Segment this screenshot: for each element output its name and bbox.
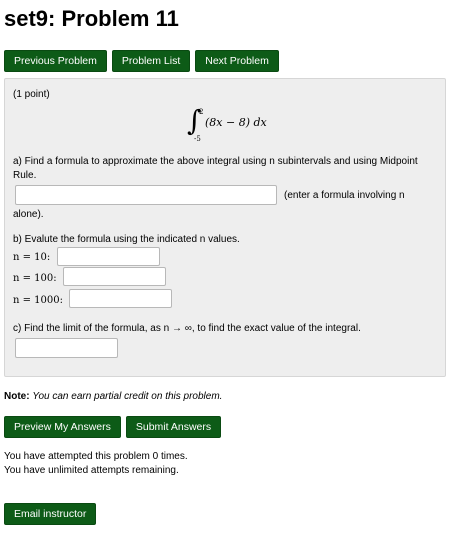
part-c-text: c) Find the limit of the formula, as n →… bbox=[13, 323, 361, 334]
part-b-text: b) Evalute the formula using the indicat… bbox=[13, 234, 240, 245]
email-instructor-button[interactable]: Email instructor bbox=[4, 503, 97, 525]
problem-navigation: Previous Problem Problem List Next Probl… bbox=[4, 50, 279, 72]
problem-panel: (1 point) ∫ 2 -5 (8x − 8) dx a) Find a f… bbox=[4, 78, 446, 377]
previous-problem-button[interactable]: Previous Problem bbox=[4, 50, 107, 72]
part-a-text: a) Find a formula to approximate the abo… bbox=[13, 156, 418, 167]
part-c-answer-input[interactable] bbox=[15, 338, 118, 358]
submit-answers-button[interactable]: Submit Answers bbox=[125, 416, 222, 438]
integral-expression: ∫ 2 -5 (8x − 8) dx bbox=[187, 104, 297, 148]
n100-label: n = 100: bbox=[13, 273, 57, 284]
n10-label: n = 10: bbox=[13, 252, 51, 263]
n1000-label: n = 1000: bbox=[13, 295, 63, 306]
note-text: You can earn partial credit on this prob… bbox=[32, 391, 223, 402]
problem-list-button[interactable]: Problem List bbox=[111, 50, 191, 72]
part-a-text-cont: Rule. bbox=[13, 170, 37, 181]
partial-credit-note: Note: You can earn partial credit on thi… bbox=[4, 391, 222, 402]
preview-answers-button[interactable]: Preview My Answers bbox=[4, 416, 121, 438]
integrand: (8x − 8) dx bbox=[205, 116, 267, 129]
note-label: Note: bbox=[4, 391, 30, 402]
answer-actions: Preview My Answers Submit Answers bbox=[4, 416, 222, 438]
n100-answer-input[interactable] bbox=[63, 267, 166, 286]
part-a-answer-input[interactable] bbox=[15, 185, 277, 205]
attempts-text: You have attempted this problem 0 times. bbox=[4, 451, 188, 462]
next-problem-button[interactable]: Next Problem bbox=[195, 50, 279, 72]
part-a-hint-cont: alone). bbox=[13, 209, 44, 220]
integral-lower-limit: -5 bbox=[194, 135, 201, 143]
points-label: (1 point) bbox=[13, 89, 50, 100]
n10-answer-input[interactable] bbox=[57, 247, 160, 266]
page-title: set9: Problem 11 bbox=[4, 6, 179, 31]
remaining-attempts-text: You have unlimited attempts remaining. bbox=[4, 465, 179, 476]
part-a-hint: (enter a formula involving n bbox=[284, 190, 405, 201]
integral-upper-limit: 2 bbox=[199, 108, 204, 116]
n1000-answer-input[interactable] bbox=[69, 289, 172, 308]
